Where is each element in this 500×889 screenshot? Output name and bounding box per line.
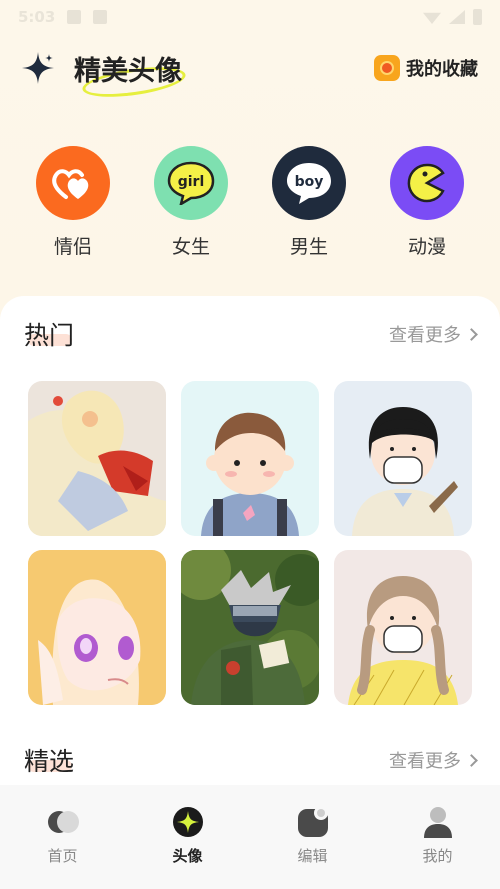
category-row: 情侣 girl 女生 boy 男生 动漫 [0, 146, 500, 259]
category-anime[interactable]: 动漫 [382, 146, 472, 259]
app-title: 精美头像 [74, 55, 182, 87]
avatar-thumbnail[interactable] [334, 550, 472, 705]
pacman-icon [407, 163, 445, 203]
profile-icon [423, 807, 452, 838]
category-couple[interactable]: 情侣 [28, 146, 118, 259]
category-couple-label: 情侣 [53, 236, 92, 258]
download-notification-icon [67, 10, 82, 24]
heart-icon [52, 169, 89, 199]
status-bar: 5:03 [0, 0, 500, 34]
avatar-thumbnail[interactable] [181, 381, 319, 536]
hot-see-more-link[interactable]: 查看更多 [389, 321, 478, 347]
section-hot-title: 热门 [24, 321, 75, 350]
category-girl-circle: girl [154, 146, 228, 220]
category-anime-label: 动漫 [407, 236, 446, 258]
nav-home[interactable]: 首页 [23, 805, 103, 866]
avatar-thumbnail[interactable] [28, 381, 166, 536]
app-notification-icon [93, 10, 108, 24]
category-boy-label: 男生 [289, 236, 328, 258]
avatar-sparkle-icon [172, 807, 203, 837]
nav-edit[interactable]: 编辑 [273, 805, 353, 866]
nav-avatar[interactable]: 头像 [148, 805, 228, 866]
featured-see-more-label: 查看更多 [389, 751, 461, 772]
boy-badge-icon: boy [287, 163, 331, 204]
edit-icon [297, 806, 328, 837]
nav-avatar-label: 头像 [172, 847, 203, 865]
favorites-icon [374, 55, 400, 81]
sparkle-icon [22, 52, 54, 84]
status-time: 5:03 [18, 8, 56, 26]
category-anime-circle [390, 146, 464, 220]
section-featured-title: 精选 [24, 747, 75, 776]
nav-profile[interactable]: 我的 [398, 805, 478, 866]
category-couple-circle [36, 146, 110, 220]
section-hot-header: 热门 查看更多 [24, 316, 478, 352]
app-title-group: 精美头像 [74, 49, 188, 102]
my-favorites-button[interactable]: 我的收藏 [374, 55, 478, 81]
home-icon [47, 811, 79, 833]
girl-badge-icon: girl [167, 161, 215, 205]
wifi-icon [423, 12, 441, 24]
chevron-right-icon [465, 327, 478, 341]
category-boy-circle: boy [272, 146, 346, 220]
nav-home-label: 首页 [47, 847, 78, 865]
app-header: 精美头像 我的收藏 [0, 40, 500, 102]
bottom-navigation: 首页 头像 编辑 我的 [0, 785, 500, 889]
signal-icon [449, 10, 465, 24]
featured-see-more-link[interactable]: 查看更多 [389, 747, 478, 773]
boy-badge-text: boy [295, 174, 324, 190]
category-girl[interactable]: girl 女生 [146, 146, 236, 259]
section-featured-header: 精选 查看更多 [24, 742, 478, 778]
hot-see-more-label: 查看更多 [389, 325, 461, 346]
avatar-thumbnail[interactable] [334, 381, 472, 536]
nav-profile-label: 我的 [422, 847, 453, 865]
avatar-thumbnail[interactable] [28, 550, 166, 705]
nav-edit-label: 编辑 [297, 847, 328, 865]
my-favorites-label: 我的收藏 [406, 59, 478, 80]
category-girl-label: 女生 [171, 236, 210, 258]
avatar-thumbnail[interactable] [181, 550, 319, 705]
hot-avatar-grid [28, 381, 472, 705]
girl-badge-text: girl [178, 174, 205, 190]
chevron-right-icon [465, 753, 478, 767]
category-boy[interactable]: boy 男生 [264, 146, 354, 259]
battery-icon [473, 9, 482, 25]
